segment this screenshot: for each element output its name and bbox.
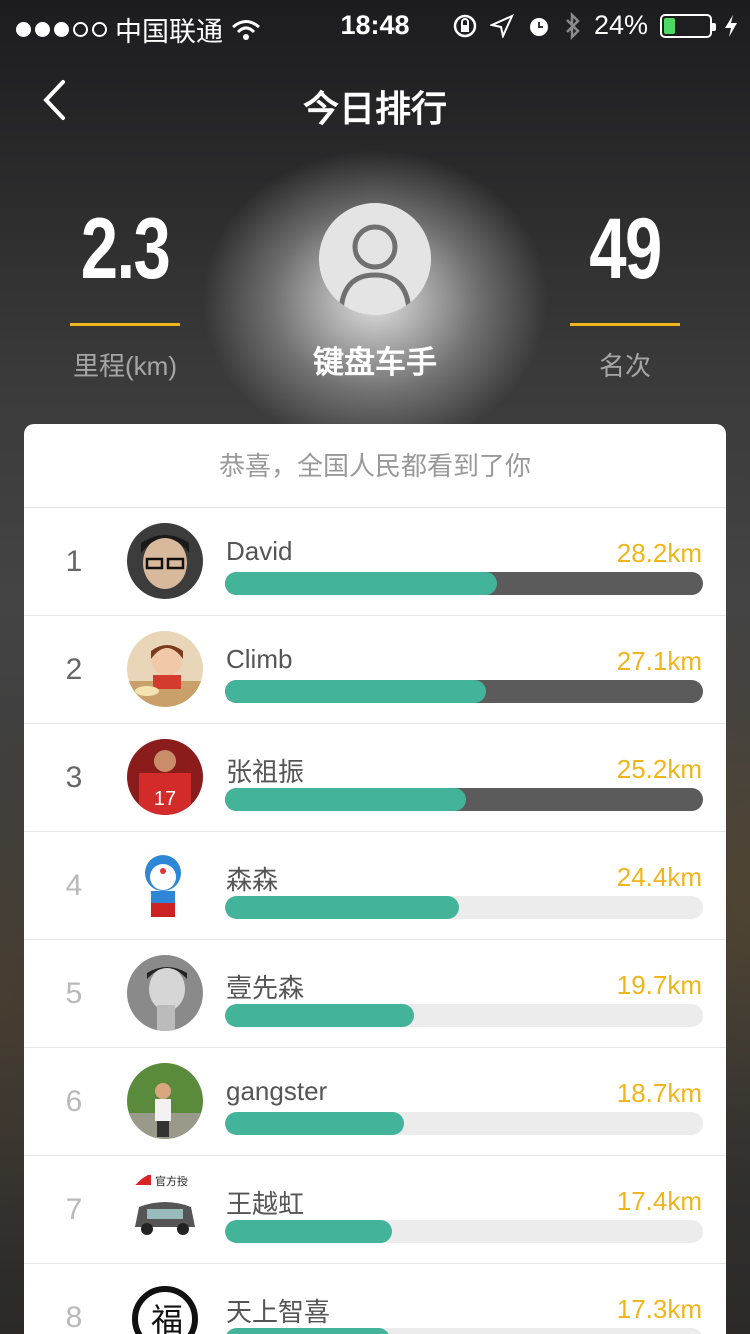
bluetooth-icon	[566, 11, 580, 40]
avatar[interactable]	[127, 847, 203, 923]
distance-value: 17.4km	[616, 1186, 702, 1216]
progress-bar	[225, 1004, 703, 1027]
accent-underline	[570, 323, 680, 326]
avatar[interactable]: 17	[127, 739, 203, 815]
progress-bar	[225, 1220, 703, 1243]
rider-name: 张祖振	[226, 757, 305, 787]
rank-number: 5	[65, 977, 83, 1010]
ranking-row[interactable]: 2 Climb 27.1km	[24, 616, 726, 724]
ranking-card: 恭喜，全国人民都看到了你 1 David 28.2km 2 Climb 27.1km 3 17…	[24, 424, 726, 1334]
progress-bar	[225, 896, 703, 919]
progress-fill	[225, 1328, 390, 1334]
rider-name: gangster	[226, 1076, 328, 1106]
rider-name: 天上智喜	[226, 1297, 331, 1327]
avatar[interactable]	[127, 955, 203, 1031]
progress-bar	[225, 1112, 703, 1135]
progress-bar	[225, 788, 703, 811]
congrats-banner: 恭喜，全国人民都看到了你	[24, 424, 726, 508]
distance-value: 17.3km	[616, 1294, 702, 1324]
page-title: 今日排行	[302, 88, 447, 129]
progress-fill	[225, 572, 498, 595]
user-avatar-icon[interactable]	[319, 203, 431, 315]
alarm-icon	[529, 17, 548, 36]
rider-name: Climb	[226, 644, 293, 674]
avatar[interactable]: 福	[127, 1279, 203, 1334]
ranking-row[interactable]: 7 官方授王越虹 17.4km	[24, 1156, 726, 1264]
rank-stat: 49 名次	[525, 200, 725, 383]
battery-percent: 24%	[593, 10, 648, 40]
progress-fill	[225, 896, 460, 919]
avatar[interactable]: 官方授	[127, 1171, 203, 1247]
charging-bolt-icon	[725, 14, 737, 37]
progress-fill	[225, 1112, 405, 1135]
distance-value: 18.7km	[616, 1078, 702, 1108]
distance-value: 28.2km	[616, 538, 702, 568]
status-bar: 中国联通 18:48 24%	[0, 0, 750, 52]
progress-bar	[225, 572, 703, 595]
progress-fill	[225, 1004, 414, 1027]
ranking-row[interactable]: 6 gangster 18.7km	[24, 1048, 726, 1156]
rider-name: 壹先森	[226, 973, 305, 1003]
ranking-list: 1 David 28.2km 2 Climb 27.1km 3 17 张祖振 25.2km 4 森森 2…	[24, 508, 726, 1334]
distance-value: 19.7km	[616, 970, 702, 1000]
rider-name: 森森	[226, 865, 279, 895]
location-arrow-icon	[489, 13, 514, 38]
rank-number: 1	[65, 545, 83, 578]
avatar[interactable]	[127, 523, 203, 599]
rank-number: 8	[65, 1301, 83, 1334]
rider-name: 王越虹	[226, 1189, 305, 1219]
distance-value: 2.3	[80, 201, 171, 297]
rank-number: 7	[65, 1193, 83, 1226]
distance-value: 27.1km	[616, 646, 702, 676]
rank-number: 3	[65, 761, 83, 794]
rank-number: 2	[65, 653, 83, 686]
svg-text:福: 福	[151, 1301, 183, 1334]
avatar[interactable]	[127, 1063, 203, 1139]
progress-bar	[225, 1328, 703, 1334]
distance-value: 24.4km	[616, 862, 702, 892]
progress-fill	[225, 680, 486, 703]
ranking-row[interactable]: 1 David 28.2km	[24, 508, 726, 616]
rank-number: 6	[65, 1085, 83, 1118]
svg-text:17: 17	[154, 788, 176, 810]
rank-value: 49	[589, 201, 662, 297]
svg-text:官方授: 官方授	[155, 1174, 188, 1188]
battery-icon	[660, 13, 716, 38]
avatar[interactable]	[127, 631, 203, 707]
rider-name: David	[226, 536, 293, 566]
ranking-row[interactable]: 8 福 天上智喜 17.3km	[24, 1264, 726, 1334]
rank-number: 4	[65, 869, 83, 902]
progress-fill	[225, 1220, 393, 1243]
ranking-row[interactable]: 4 森森 24.4km	[24, 832, 726, 940]
rank-label: 名次	[598, 351, 651, 381]
rotation-lock-icon	[453, 14, 477, 37]
progress-fill	[225, 788, 467, 811]
ranking-row[interactable]: 5 壹先森 19.7km	[24, 940, 726, 1048]
progress-bar	[225, 680, 703, 703]
ranking-row[interactable]: 3 17 张祖振 25.2km	[24, 724, 726, 832]
distance-value: 25.2km	[616, 754, 702, 784]
accent-underline	[70, 323, 180, 326]
